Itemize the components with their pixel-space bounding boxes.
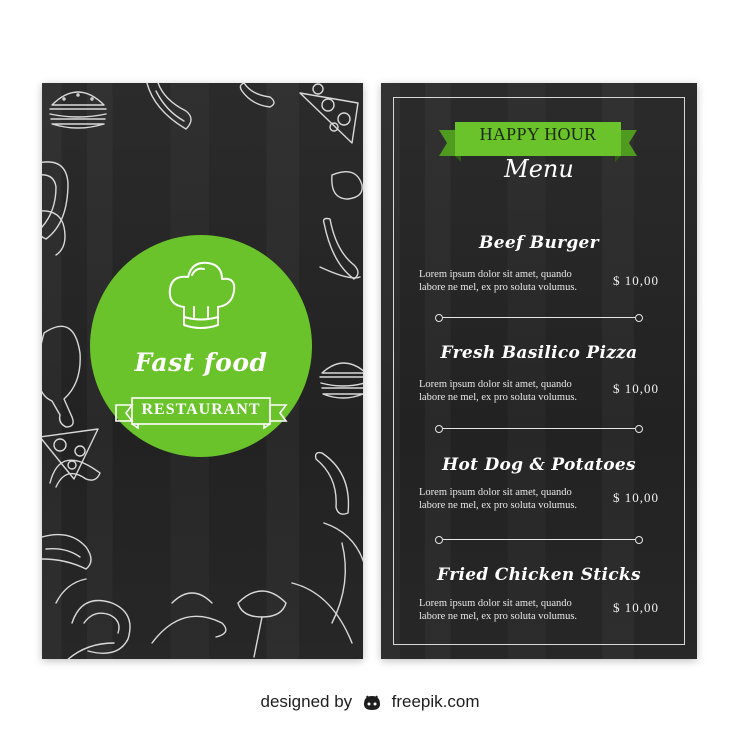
description-line: Lorem ipsum dolor sit amet, quando (419, 379, 572, 390)
sausage-icon (331, 171, 363, 200)
description-line: labore ne mel, ex pro soluta volumus. (419, 611, 578, 622)
item-description: Lorem ipsum dolor sit amet, quando labor… (419, 486, 609, 512)
sausage-icon (314, 451, 350, 515)
menu-title: Menu (504, 155, 574, 183)
divider (435, 425, 643, 433)
sausage-icon (239, 83, 275, 108)
divider (435, 536, 643, 544)
credit-line: designed by freepik.com (0, 692, 740, 712)
logo-badge: Fast food RESTAURANT (90, 235, 312, 457)
menu-panel: HAPPY HOUR Menu Beef Burger Lorem ipsum … (381, 83, 697, 659)
item-price: $ 10,00 (613, 273, 659, 288)
item-name: Fresh Basilico Pizza (440, 343, 638, 363)
pizza-slice-icon (299, 83, 359, 144)
chef-hat-icon (168, 261, 236, 329)
description-line: Lorem ipsum dolor sit amet, quando (419, 598, 572, 609)
item-price: $ 10,00 (613, 600, 659, 615)
item-description: Lorem ipsum dolor sit amet, quando labor… (419, 597, 609, 623)
item-description: Lorem ipsum dolor sit amet, quando labor… (419, 268, 609, 294)
ribbon-label: HAPPY HOUR (479, 124, 597, 144)
item-price: $ 10,00 (613, 381, 659, 396)
description-line: labore ne mel, ex pro soluta volumus. (419, 500, 578, 511)
credit-prefix: designed by (260, 692, 353, 711)
credit-brand[interactable]: freepik.com (392, 692, 480, 711)
hotdog-icon (42, 533, 92, 570)
description-line: Lorem ipsum dolor sit amet, quando (419, 487, 572, 498)
chicken-leg-icon (42, 325, 81, 428)
description-line: Lorem ipsum dolor sit amet, quando (419, 269, 572, 280)
cover-panel: Fast food RESTAURANT (42, 83, 363, 659)
restaurant-title: Fast food (134, 348, 268, 377)
burger-icon (319, 362, 363, 399)
hotdog-icon (146, 83, 192, 130)
item-name: Hot Dog & Potatoes (442, 455, 636, 475)
description-line: labore ne mel, ex pro soluta volumus. (419, 392, 578, 403)
item-name: Fried Chicken Sticks (437, 565, 641, 585)
banner-label: RESTAURANT (141, 401, 261, 418)
item-description: Lorem ipsum dolor sit amet, quando labor… (419, 378, 609, 404)
burger-icon (49, 91, 107, 129)
freepik-logo-icon (363, 695, 380, 710)
item-price: $ 10,00 (613, 490, 659, 505)
divider (435, 314, 643, 322)
item-name: Beef Burger (479, 233, 599, 253)
ham-icon (55, 578, 131, 654)
pizza-slice-icon (42, 428, 99, 480)
description-line: labore ne mel, ex pro soluta volumus. (419, 282, 578, 293)
